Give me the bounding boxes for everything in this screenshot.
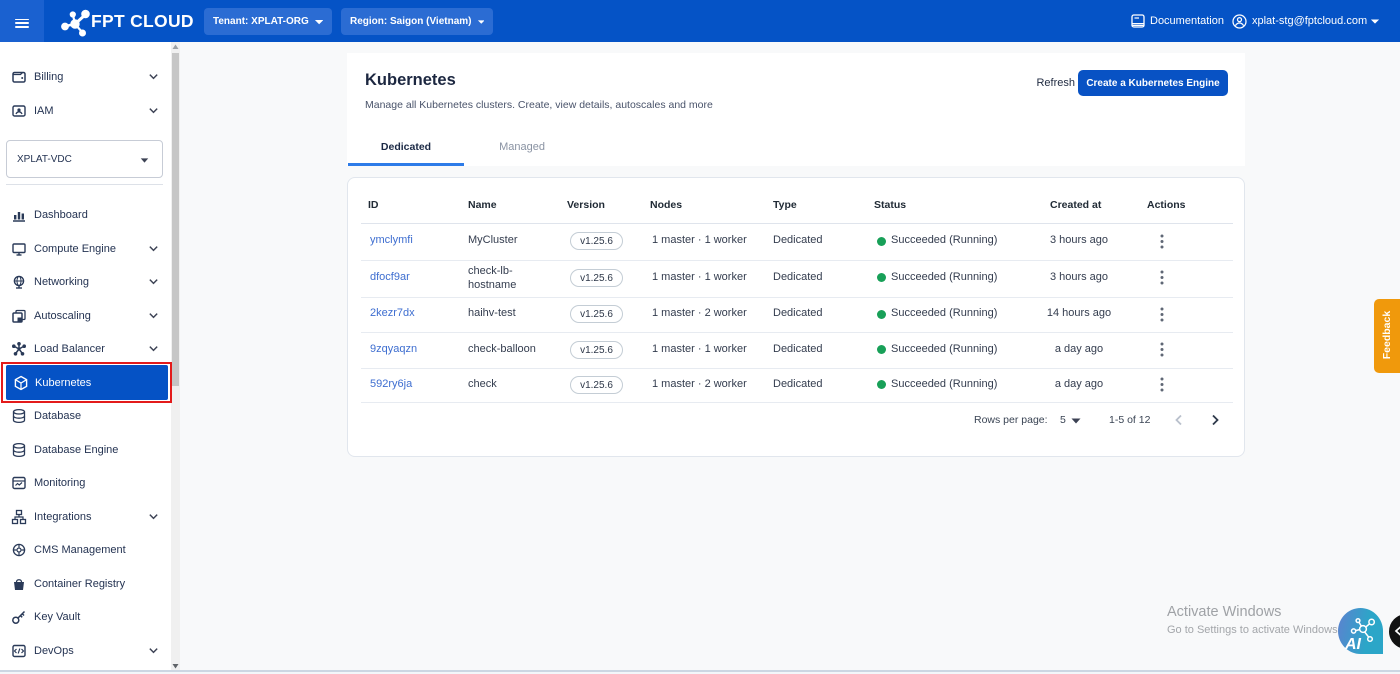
svg-text:AI: AI — [1344, 636, 1362, 653]
